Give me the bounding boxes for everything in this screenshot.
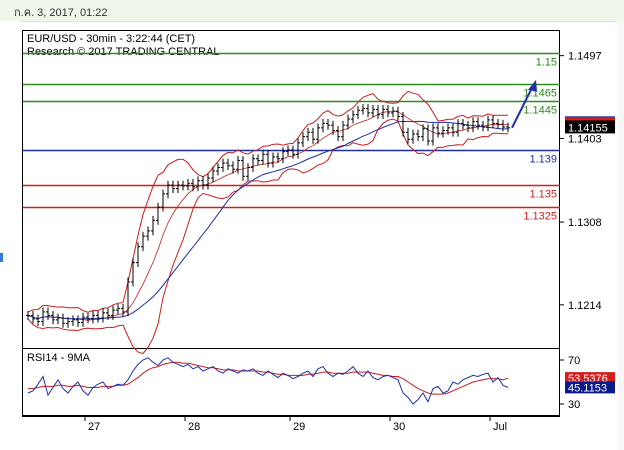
price-chart: EUR/USD - 30min - 3:22:44 (CET) Research… [22,30,615,433]
rsi-tick-label-1: 30 [568,399,580,411]
price-tick-label-1: 1.1403 [568,133,602,145]
time-tick-label-3: 30 [393,421,405,433]
rsi-badge-label-1: 45.1153 [568,382,607,394]
level-label-0: 1.15 [536,57,557,69]
level-label-5: 1.1325 [523,211,557,223]
rsi-tick-label-0: 70 [568,355,580,367]
time-tick-label-2: 29 [293,421,305,433]
time-tick-label-4: Jul [493,421,507,433]
price-tick-label-2: 1.1308 [568,217,602,229]
time-axis-ticks: 27 28 29 30 Jul [84,416,507,433]
chart-title: EUR/USD - 30min - 3:22:44 (CET) [27,33,195,45]
time-tick-label-0: 27 [88,421,100,433]
price-tick-label-3: 1.1214 [568,300,602,312]
chart-subtitle: Research © 2017 TRADING CENTRAL [27,46,220,58]
price-badge-label-2: 1.14155 [568,122,608,134]
price-axis-ticks: 1.1497 1.1403 1.1308 1.1214 [560,51,602,312]
price-tick-label-0: 1.1497 [568,51,602,63]
level-label-4: 1.135 [529,189,557,201]
level-label-3: 1.139 [529,154,557,166]
rsi-title: RSI14 - 9MA [27,352,91,364]
price-badges: 1.142011.141921.14155 [565,116,615,134]
time-tick-label-1: 28 [188,421,200,433]
main-panel [22,30,560,349]
level-label-2: 1.1445 [523,105,557,117]
